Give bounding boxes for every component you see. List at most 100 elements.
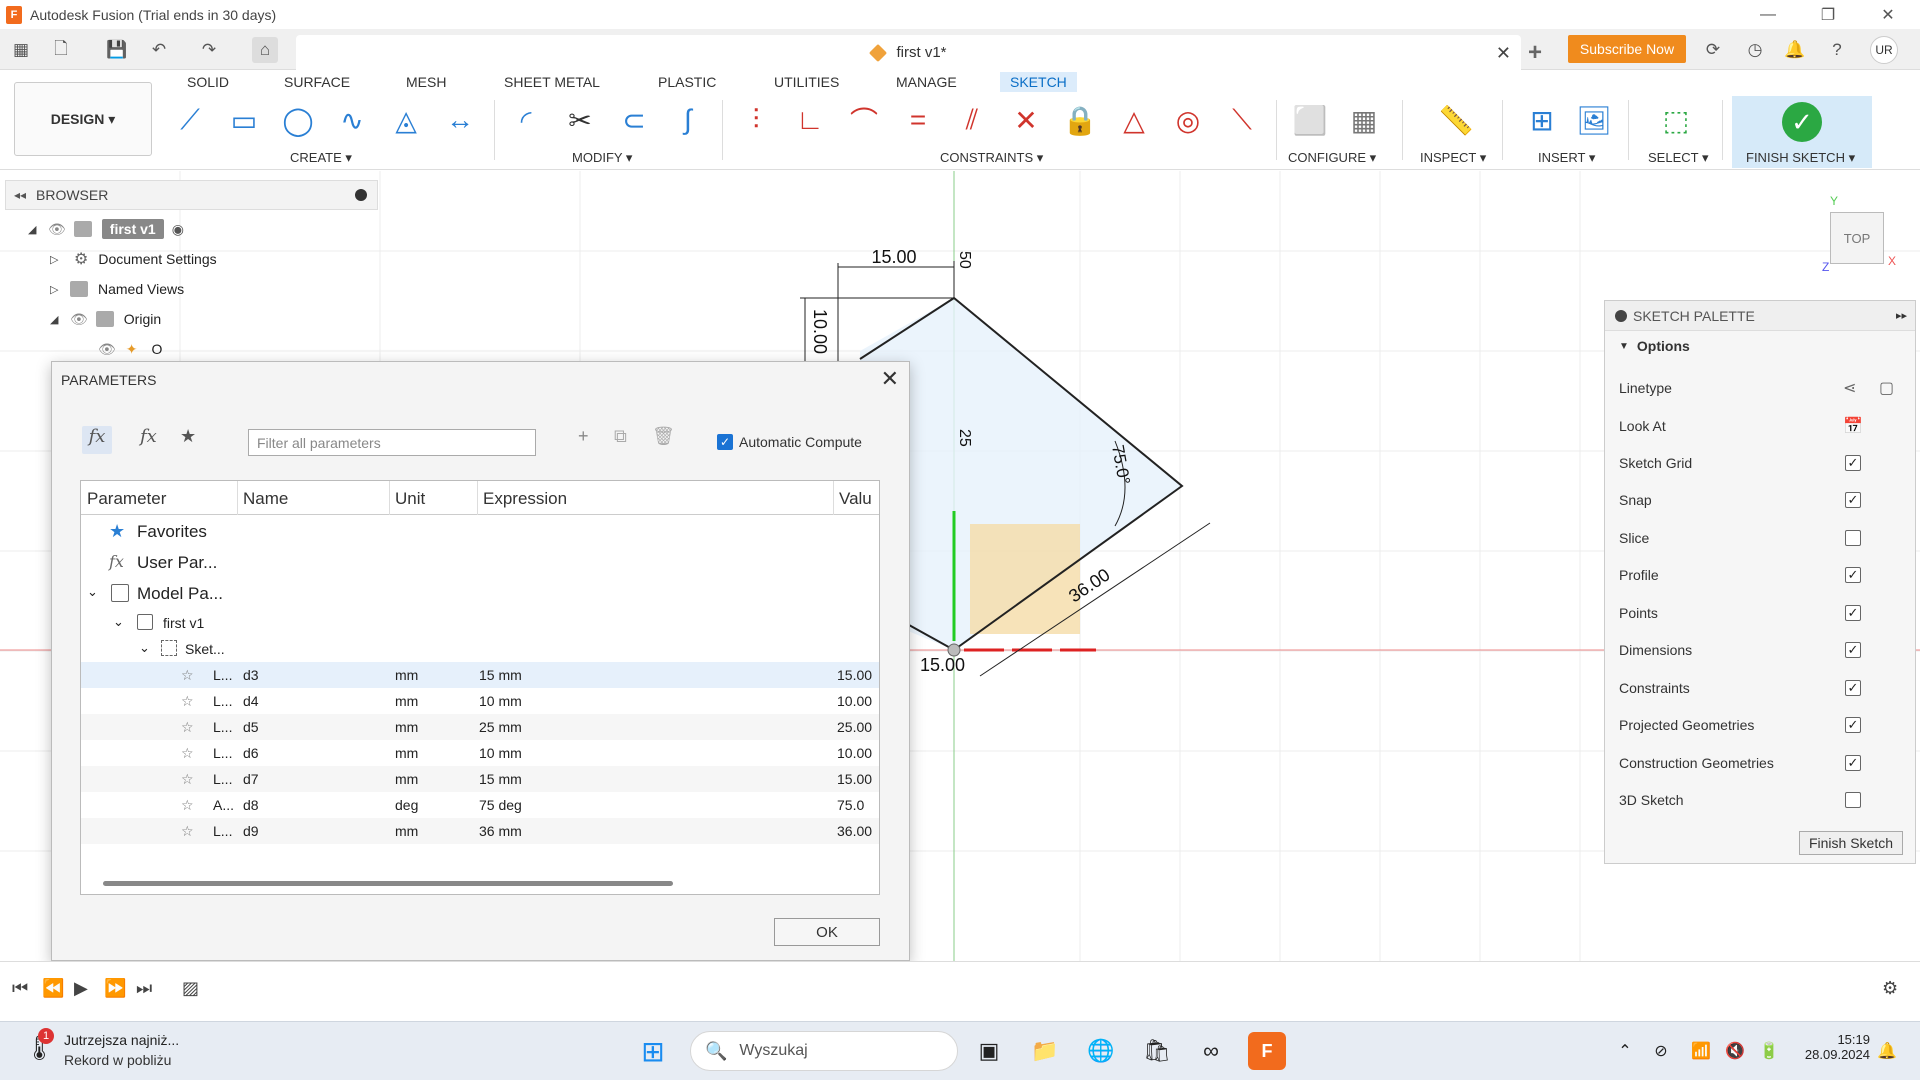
home-icon[interactable]: ⌂ bbox=[252, 37, 278, 63]
tab-plastic[interactable]: PLASTIC bbox=[658, 74, 716, 90]
windows-start-icon[interactable]: ⊞ bbox=[634, 1032, 672, 1070]
cell-name[interactable]: d3 bbox=[243, 667, 259, 683]
copilot-app-icon[interactable]: ∞ bbox=[1192, 1032, 1230, 1070]
column-header-expression[interactable]: Expression bbox=[483, 489, 567, 509]
finish-sketch-menu[interactable]: FINISH SKETCH ▾ bbox=[1746, 150, 1855, 166]
trim-tool-icon[interactable]: ✂ bbox=[560, 100, 600, 140]
palette-header[interactable]: SKETCH PALETTE ▸▸ bbox=[1605, 301, 1915, 331]
cell-name[interactable]: d9 bbox=[243, 823, 259, 839]
browser-item-origin-point[interactable]: 👁 ✦ O bbox=[90, 336, 162, 362]
subscribe-button[interactable]: Subscribe Now bbox=[1568, 35, 1686, 63]
chevron-down-icon[interactable]: ⌄ bbox=[113, 614, 124, 630]
step-forward-icon[interactable]: ⏩ bbox=[104, 978, 126, 999]
tray-chevron-up-icon[interactable]: ⌃ bbox=[1606, 1032, 1644, 1070]
parallel-constraint-icon[interactable]: ⫽ bbox=[952, 100, 992, 140]
edge-browser-icon[interactable]: 🌐 bbox=[1082, 1032, 1120, 1070]
user-avatar[interactable]: UR bbox=[1870, 36, 1898, 64]
circle-tool-icon[interactable]: ◯ bbox=[278, 100, 318, 140]
midpoint-constraint-icon[interactable]: ⟍ bbox=[1222, 100, 1262, 140]
equal-constraint-icon[interactable]: = bbox=[898, 100, 938, 140]
expand-icon[interactable]: ◢ bbox=[28, 223, 40, 236]
job-status-icon[interactable]: ◷ bbox=[1742, 37, 1768, 63]
user-parameter-fx-icon[interactable]: fx bbox=[140, 426, 157, 447]
sketch-grid-checkbox[interactable]: ✓ bbox=[1845, 455, 1861, 471]
constraints-checkbox[interactable]: ✓ bbox=[1845, 680, 1861, 696]
activate-radio-icon[interactable]: ◉ bbox=[172, 221, 184, 238]
cell-expression[interactable]: 15 mm bbox=[479, 771, 522, 787]
insert-menu[interactable]: INSERT ▾ bbox=[1538, 150, 1595, 166]
inspect-menu[interactable]: INSPECT ▾ bbox=[1420, 150, 1486, 166]
look-at-icon[interactable]: 📅 bbox=[1843, 416, 1863, 436]
browser-item-document-settings[interactable]: ▷ ⚙ Document Settings bbox=[50, 246, 217, 272]
automatic-compute-checkbox[interactable]: ✓ bbox=[717, 434, 733, 450]
tab-mesh[interactable]: MESH bbox=[406, 74, 446, 90]
configure-table-icon[interactable]: ▦ bbox=[1344, 100, 1384, 140]
dim-label-left[interactable]: 10.00 bbox=[810, 309, 830, 354]
snap-checkbox[interactable]: ✓ bbox=[1845, 492, 1861, 508]
go-to-start-icon[interactable]: ⏮ bbox=[12, 978, 28, 999]
measure-tool-icon[interactable]: 📏 bbox=[1436, 100, 1476, 140]
file-menu-icon[interactable]: 🗋 bbox=[48, 37, 74, 63]
dimensions-checkbox[interactable]: ✓ bbox=[1845, 642, 1861, 658]
finish-sketch-button[interactable]: Finish Sketch bbox=[1799, 831, 1903, 855]
favorites-star-icon[interactable]: ★ bbox=[180, 426, 196, 447]
coincident-constraint-icon[interactable]: ⫶ bbox=[736, 100, 776, 140]
insert-image-icon[interactable]: 🖼 bbox=[1574, 100, 1614, 140]
table-row[interactable]: ☆ L... d7 mm 15 mm 15.00 bbox=[81, 766, 879, 792]
view-cube[interactable]: TOP bbox=[1830, 212, 1884, 264]
delete-parameter-icon[interactable]: 🗑 bbox=[652, 426, 675, 447]
dim-label-bottom[interactable]: 15.00 bbox=[920, 655, 965, 675]
table-row[interactable]: ☆ L... d9 mm 36 mm 36.00 bbox=[81, 818, 879, 844]
all-parameters-fx-icon[interactable]: fx bbox=[82, 426, 112, 454]
cell-name[interactable]: d4 bbox=[243, 693, 259, 709]
configure-cube-icon[interactable]: ⬜ bbox=[1290, 100, 1330, 140]
group-row-sketch[interactable]: ⌄ Sket... bbox=[81, 636, 879, 662]
configure-menu[interactable]: CONFIGURE ▾ bbox=[1288, 150, 1376, 166]
table-row[interactable]: ☆ L... d5 mm 25 mm 25.00 bbox=[81, 714, 879, 740]
copy-parameter-icon[interactable]: ⧉ bbox=[614, 426, 627, 447]
tab-sheet-metal[interactable]: SHEET METAL bbox=[504, 74, 600, 90]
redo-icon[interactable]: ↷ bbox=[196, 37, 222, 63]
select-window-icon[interactable]: ⬚ bbox=[1656, 100, 1696, 140]
group-row-model-parameters[interactable]: ⌄ Model Pa... bbox=[81, 578, 879, 609]
timeline-settings-gear-icon[interactable]: ⚙ bbox=[1882, 978, 1898, 999]
cell-expression[interactable]: 15 mm bbox=[479, 667, 522, 683]
visibility-eye-icon[interactable]: 👁 bbox=[70, 311, 88, 328]
cell-expression[interactable]: 36 mm bbox=[479, 823, 522, 839]
favorite-star-icon[interactable]: ☆ bbox=[181, 823, 194, 840]
timeline-sketch-icon[interactable]: ▨ bbox=[182, 978, 199, 999]
group-row-favorites[interactable]: ★ Favorites bbox=[81, 516, 879, 547]
fusion-app-icon[interactable]: F bbox=[1248, 1032, 1286, 1070]
expand-icon[interactable]: ◢ bbox=[50, 313, 62, 326]
browser-item-origin[interactable]: ◢ 👁 Origin bbox=[50, 306, 161, 332]
wifi-icon[interactable]: 📶 bbox=[1682, 1032, 1720, 1070]
table-row[interactable]: ☆ L... d6 mm 10 mm 10.00 bbox=[81, 740, 879, 766]
table-row[interactable]: ☆ A... d8 deg 75 deg 75.0 bbox=[81, 792, 879, 818]
concentric-constraint-icon[interactable]: ◎ bbox=[1168, 100, 1208, 140]
tangent-constraint-icon[interactable]: ⌒ bbox=[844, 100, 884, 140]
construction-geometries-checkbox[interactable]: ✓ bbox=[1845, 755, 1861, 771]
column-header-unit[interactable]: Unit bbox=[395, 489, 425, 509]
volume-muted-icon[interactable]: 🔇 bbox=[1716, 1032, 1754, 1070]
notification-bell-icon[interactable]: 🔔 bbox=[1868, 1032, 1906, 1070]
create-menu[interactable]: CREATE ▾ bbox=[290, 150, 352, 166]
column-header-value[interactable]: Valu bbox=[839, 489, 872, 509]
play-icon[interactable]: ▶ bbox=[74, 978, 88, 999]
browser-toggle-icon[interactable] bbox=[355, 189, 367, 201]
projected-geometries-checkbox[interactable]: ✓ bbox=[1845, 717, 1861, 733]
favorite-star-icon[interactable]: ☆ bbox=[181, 667, 194, 684]
automatic-compute-toggle[interactable]: ✓ Automatic Compute bbox=[717, 434, 862, 450]
browser-item-named-views[interactable]: ▷ Named Views bbox=[50, 276, 184, 302]
finish-sketch-check-icon[interactable]: ✓ bbox=[1782, 102, 1822, 142]
modify-menu[interactable]: MODIFY ▾ bbox=[572, 150, 632, 166]
cell-name[interactable]: d7 bbox=[243, 771, 259, 787]
3d-sketch-checkbox[interactable] bbox=[1845, 792, 1861, 808]
linetype-centerline-icon[interactable]: ▢ bbox=[1879, 378, 1894, 398]
group-row-component[interactable]: ⌄ first v1 bbox=[81, 610, 879, 636]
points-checkbox[interactable]: ✓ bbox=[1845, 605, 1861, 621]
undo-icon[interactable]: ↶ bbox=[146, 37, 172, 63]
browser-header[interactable]: ◂◂ BROWSER bbox=[5, 180, 378, 210]
network-offline-icon[interactable]: ⊘ bbox=[1642, 1032, 1680, 1070]
expand-icon[interactable]: ▷ bbox=[50, 253, 62, 266]
dim-label-25[interactable]: 25 bbox=[956, 429, 973, 447]
